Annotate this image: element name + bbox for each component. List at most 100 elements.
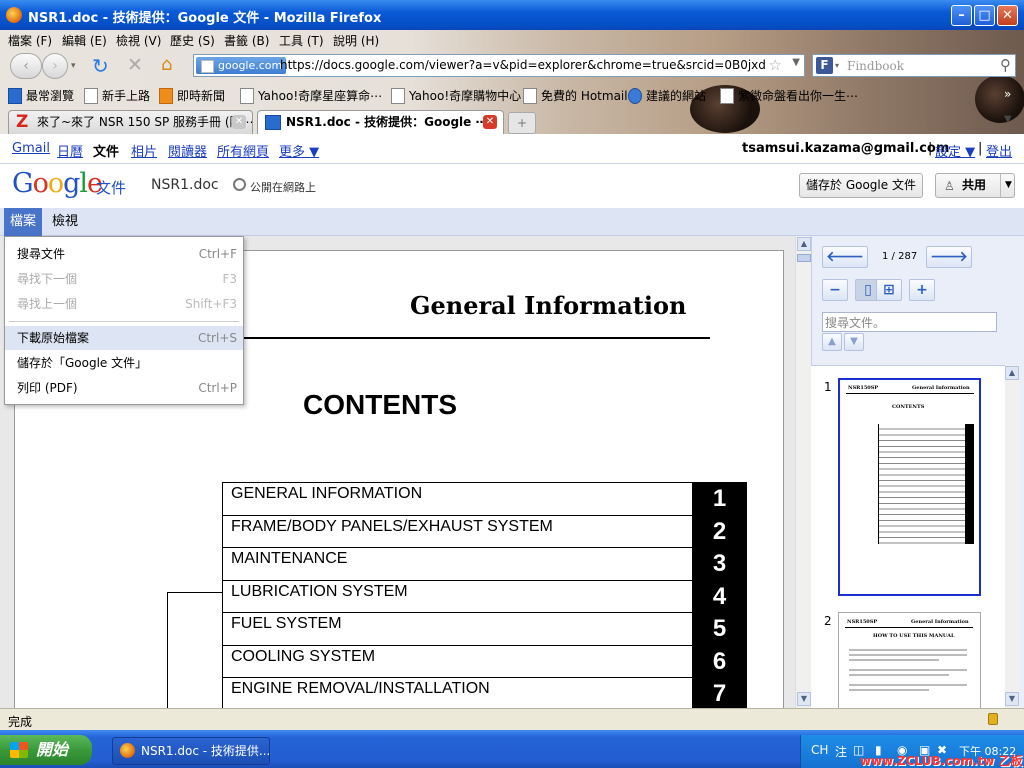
close-button[interactable]: ✕ bbox=[997, 5, 1018, 26]
share-dropdown-icon[interactable]: ▼ bbox=[1000, 174, 1012, 197]
save-to-docs-button[interactable]: 儲存於 Google 文件 bbox=[799, 173, 923, 198]
reload-icon[interactable]: ↻ bbox=[92, 54, 109, 78]
settings-link[interactable]: 設定 ▼ bbox=[935, 141, 975, 160]
gbar-link-calendar[interactable]: 日曆 bbox=[57, 141, 83, 160]
scroll-thumb[interactable] bbox=[797, 254, 811, 262]
viewer-menu-file[interactable]: 檔案 bbox=[4, 208, 43, 236]
menu-history[interactable]: 歷史 (S) bbox=[170, 32, 215, 49]
menu-item-download-original[interactable]: 下載原始檔案 Ctrl+S bbox=[5, 326, 243, 350]
thumbnail-page-2[interactable]: NSR150SP General Information HOW TO USE … bbox=[838, 612, 981, 722]
bookmark-star-icon[interactable]: ☆ bbox=[769, 56, 782, 74]
gbar-link-photos[interactable]: 相片 bbox=[131, 141, 157, 160]
next-page-button[interactable]: 🡒 bbox=[926, 246, 972, 268]
bookmark-news[interactable]: 即時新聞 bbox=[157, 87, 225, 104]
tab-google-docs[interactable]: NSR1.doc - 技術提供：Google ⋯ ✕ bbox=[257, 110, 504, 134]
bookmark-yahoo-astrology[interactable]: Yahoo!奇摩星座算命⋯ bbox=[238, 87, 382, 104]
gbar-link-gmail[interactable]: Gmail bbox=[12, 141, 50, 156]
forward-button[interactable]: › bbox=[42, 53, 68, 79]
url-bar[interactable]: google.com https://docs.google.com/viewe… bbox=[193, 54, 805, 77]
menu-item-search-document[interactable]: 搜尋文件 Ctrl+F bbox=[5, 242, 243, 266]
menu-view[interactable]: 檢視 (V) bbox=[116, 32, 161, 49]
zoom-in-button[interactable]: + bbox=[909, 279, 935, 301]
history-dropdown-icon[interactable]: ▾ bbox=[71, 61, 76, 71]
menu-file[interactable]: 檔案 (F) bbox=[8, 32, 52, 49]
url-dropdown-icon[interactable]: ▼ bbox=[792, 57, 800, 68]
engine-dropdown-icon[interactable]: ▾ bbox=[835, 61, 839, 70]
menu-item-print-pdf[interactable]: 列印 (PDF) Ctrl+P bbox=[5, 376, 243, 400]
search-box[interactable]: F ▾ Findbook ⚲ bbox=[812, 54, 1016, 77]
bookmarks-overflow-icon[interactable]: » bbox=[1004, 87, 1011, 101]
viewer-scrollbar[interactable]: ▲ ▼ bbox=[795, 236, 811, 708]
product-name[interactable]: 文件 bbox=[96, 177, 126, 198]
gbar-link-more[interactable]: 更多 ▼ bbox=[279, 141, 319, 160]
menu-item-find-previous[interactable]: 尋找上一個 Shift+F3 bbox=[5, 292, 243, 316]
menu-bookmarks[interactable]: 書籤 (B) bbox=[224, 32, 269, 49]
menu-tools[interactable]: 工具 (T) bbox=[279, 32, 324, 49]
scroll-down-icon[interactable]: ▼ bbox=[797, 692, 811, 706]
scroll-up-icon[interactable]: ▲ bbox=[1005, 366, 1019, 380]
tab-label: 來了~來了 NSR 150 SP 服務手冊 (陰⋯ bbox=[37, 115, 253, 129]
thumb-toc-rows bbox=[878, 424, 966, 544]
thumbnail-number: 1 bbox=[824, 380, 832, 394]
gbar-separator: | bbox=[978, 141, 983, 156]
tab-list-icon[interactable]: ▼ bbox=[1004, 114, 1020, 132]
language-indicator[interactable]: CH bbox=[811, 743, 828, 757]
bookmark-yahoo-shopping[interactable]: Yahoo!奇摩購物中心 bbox=[389, 87, 521, 104]
menu-help[interactable]: 說明 (H) bbox=[333, 32, 379, 49]
toc-row: COOLING SYSTEM 6 bbox=[222, 644, 747, 679]
scroll-up-icon[interactable]: ▲ bbox=[797, 237, 811, 251]
toc-row: LUBRICATION SYSTEM 4 bbox=[222, 579, 747, 614]
logout-link[interactable]: 登出 bbox=[986, 141, 1012, 160]
thumbnail-scrollbar[interactable]: ▲ ▼ bbox=[1005, 365, 1020, 708]
menu-edit[interactable]: 編輯 (E) bbox=[62, 32, 107, 49]
bookmark-suggested-sites[interactable]: 建議的網站 bbox=[626, 87, 706, 104]
grid-view-icon[interactable]: ⊞ bbox=[876, 279, 902, 301]
new-tab-button[interactable]: + bbox=[508, 112, 536, 134]
scroll-down-icon[interactable]: ▼ bbox=[1005, 692, 1019, 706]
thumb-rule bbox=[846, 393, 974, 394]
stop-icon[interactable]: ✕ bbox=[127, 54, 143, 76]
gbar-link-web[interactable]: 所有網頁 bbox=[217, 141, 269, 160]
menu-item-shortcut: Ctrl+S bbox=[197, 331, 237, 345]
menu-item-save-to-docs[interactable]: 儲存於「Google 文件」 bbox=[5, 351, 243, 375]
search-previous-icon[interactable]: ▲ bbox=[822, 333, 842, 351]
thumb-text-line bbox=[849, 674, 949, 676]
toc-label: ENGINE REMOVAL/INSTALLATION bbox=[231, 680, 490, 697]
toc-label: MAINTENANCE bbox=[231, 550, 348, 567]
findbook-engine-icon[interactable]: F bbox=[816, 57, 833, 74]
ime-icon[interactable]: 注 bbox=[835, 743, 847, 760]
minimize-button[interactable]: – bbox=[951, 5, 972, 26]
tab-nsr-forum[interactable]: Z 來了~來了 NSR 150 SP 服務手冊 (陰⋯ ✕ bbox=[8, 110, 253, 134]
bookmark-ziwei[interactable]: 紫微命盤看出你一生⋯ bbox=[718, 87, 858, 104]
site-identity-badge[interactable]: google.com bbox=[196, 57, 287, 74]
bookmark-most-visited[interactable]: 最常瀏覽 bbox=[6, 87, 74, 104]
home-icon[interactable]: ⌂ bbox=[161, 54, 172, 75]
bookmark-getting-started[interactable]: 新手上路 bbox=[82, 87, 150, 104]
start-button[interactable]: 開始 bbox=[0, 735, 92, 765]
menu-item-find-next[interactable]: 尋找下一個 F3 bbox=[5, 267, 243, 291]
url-text[interactable]: https://docs.google.com/viewer?a=v&pid=e… bbox=[280, 58, 766, 72]
lock-icon[interactable] bbox=[988, 713, 998, 725]
zoom-out-button[interactable]: − bbox=[822, 279, 848, 301]
thumb-rule bbox=[845, 627, 973, 628]
published-status: 公開在網路上 bbox=[250, 181, 316, 194]
search-next-icon[interactable]: ▼ bbox=[844, 333, 864, 351]
thumbnail-page-1[interactable]: NSR150SP General Information CONTENTS bbox=[838, 378, 981, 596]
status-text: 完成 bbox=[8, 715, 33, 729]
gbar-link-reader[interactable]: 閱讀器 bbox=[168, 141, 207, 160]
search-icon[interactable]: ⚲ bbox=[1000, 56, 1011, 74]
maximize-button[interactable]: □ bbox=[974, 5, 995, 26]
google-logo[interactable]: Google bbox=[12, 168, 103, 199]
google-docs-icon bbox=[265, 115, 281, 130]
tab-close-icon[interactable]: ✕ bbox=[232, 115, 246, 129]
gbar-link-docs[interactable]: 文件 bbox=[93, 141, 119, 160]
tab-close-icon[interactable]: ✕ bbox=[483, 115, 497, 129]
previous-page-button[interactable]: 🡐 bbox=[822, 246, 868, 268]
viewer-menu-view[interactable]: 檢視 bbox=[46, 208, 84, 236]
document-search-input[interactable]: 搜尋文件。 bbox=[822, 312, 997, 332]
table-of-contents: GENERAL INFORMATION 1 FRAME/BODY PANELS/E… bbox=[222, 482, 747, 708]
taskbar-firefox-window[interactable]: NSR1.doc - 技術提供... bbox=[112, 737, 270, 765]
back-button[interactable]: ‹ bbox=[10, 53, 42, 79]
bookmark-hotmail[interactable]: 免費的 Hotmail bbox=[521, 87, 628, 104]
share-button[interactable]: ♙ 共用 ▼ bbox=[935, 173, 1015, 198]
